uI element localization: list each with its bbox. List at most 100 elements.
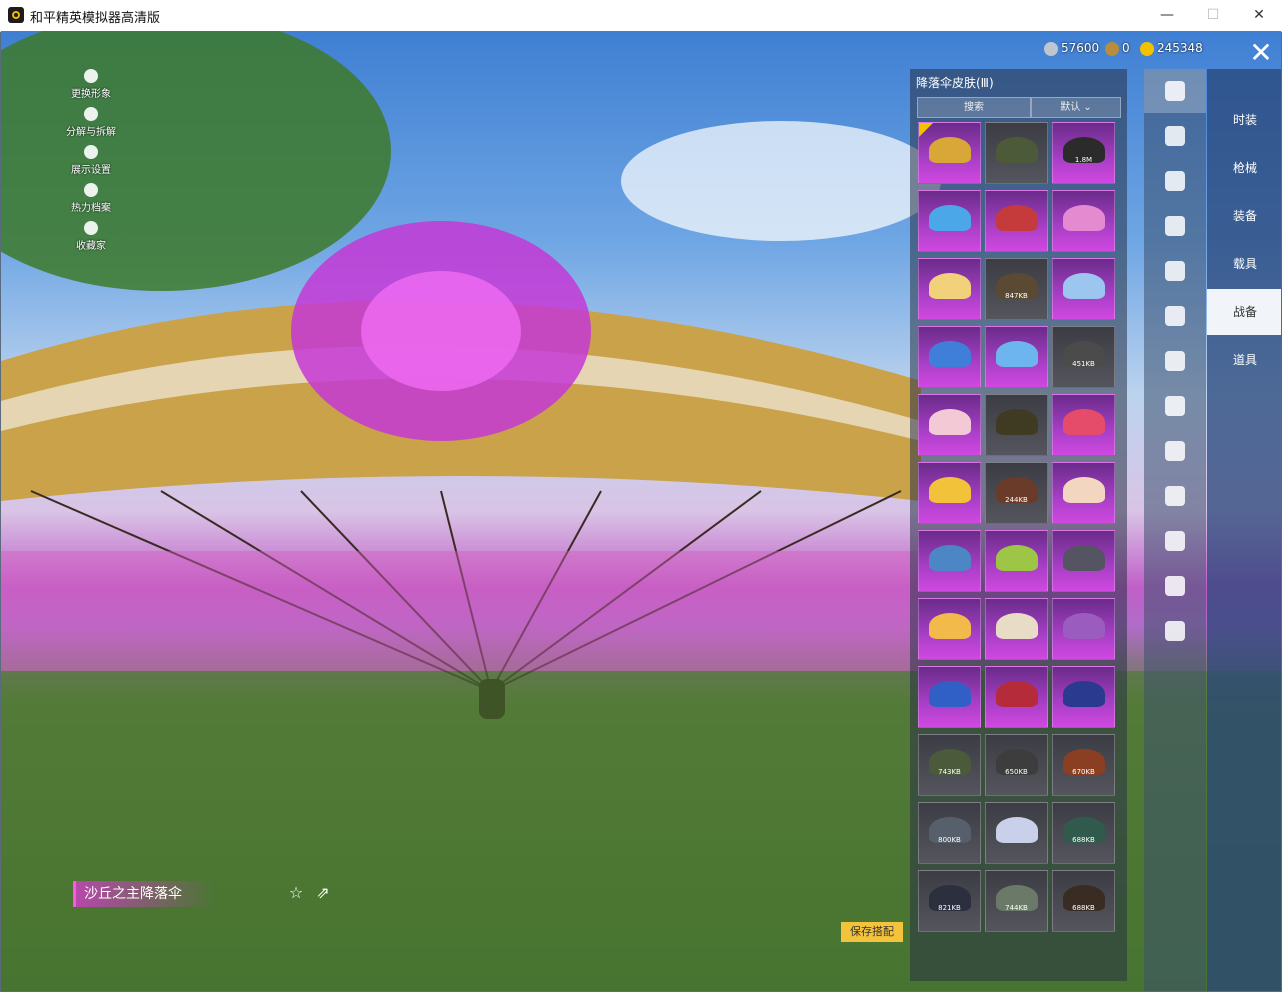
skin-item[interactable] bbox=[1052, 394, 1115, 456]
parachute-thumbnail bbox=[929, 409, 971, 435]
skin-item[interactable] bbox=[1052, 258, 1115, 320]
skin-item[interactable] bbox=[985, 122, 1048, 184]
skin-item[interactable] bbox=[918, 326, 981, 388]
skin-item[interactable] bbox=[1052, 530, 1115, 592]
category-tab[interactable]: 装备 bbox=[1207, 193, 1281, 239]
skin-item[interactable]: 670KB bbox=[1052, 734, 1115, 796]
gold-coin-balance: 245348 bbox=[1140, 41, 1203, 56]
parachute-thumbnail bbox=[929, 341, 971, 367]
search-input[interactable]: 搜索 bbox=[917, 97, 1031, 118]
skin-item[interactable] bbox=[985, 598, 1048, 660]
parachute-thumbnail bbox=[1063, 205, 1105, 231]
gold-coin-value: 245348 bbox=[1157, 41, 1203, 55]
skin-item[interactable]: 821KB bbox=[918, 870, 981, 932]
skin-item[interactable]: 743KB bbox=[918, 734, 981, 796]
skin-item[interactable]: 688KB bbox=[1052, 802, 1115, 864]
silver-coin-balance: 57600 bbox=[1044, 41, 1099, 56]
skin-item[interactable]: 688KB bbox=[1052, 870, 1115, 932]
skin-item[interactable] bbox=[918, 530, 981, 592]
tab-pet[interactable] bbox=[1144, 294, 1206, 338]
boat-icon bbox=[1165, 126, 1185, 146]
emote-icon bbox=[1165, 261, 1185, 281]
tab-spray[interactable] bbox=[1144, 474, 1206, 518]
skin-item[interactable] bbox=[918, 462, 981, 524]
parachute-thumbnail bbox=[1063, 409, 1105, 435]
skin-item[interactable] bbox=[985, 530, 1048, 592]
disassemble-button[interactable]: 分解与拆解 bbox=[61, 107, 121, 138]
parachute-thumbnail bbox=[929, 545, 971, 571]
skin-item[interactable] bbox=[985, 326, 1048, 388]
skin-item[interactable] bbox=[1052, 598, 1115, 660]
download-size: 670KB bbox=[1072, 768, 1095, 776]
skin-item[interactable]: 847KB bbox=[985, 258, 1048, 320]
spray-icon bbox=[1165, 486, 1185, 506]
skin-item[interactable]: 244KB bbox=[985, 462, 1048, 524]
tab-plane[interactable] bbox=[1144, 159, 1206, 203]
window-title: 和平精英模拟器高清版 bbox=[30, 11, 161, 26]
download-size: 650KB bbox=[1005, 768, 1028, 776]
category-tab[interactable]: 道具 bbox=[1207, 337, 1281, 383]
download-size: 744KB bbox=[1005, 904, 1028, 912]
parachute-thumbnail bbox=[929, 137, 971, 163]
tab-wand[interactable] bbox=[1144, 564, 1206, 608]
tab-hand[interactable] bbox=[1144, 519, 1206, 563]
tab-speaker[interactable] bbox=[1144, 339, 1206, 383]
parachute-thumbnail bbox=[996, 205, 1038, 231]
skin-item[interactable] bbox=[918, 122, 981, 184]
skin-panel: 降落伞皮肤(Ⅲ) 搜索 默认 ⌄ 1.8M 847KB 451KB 244KB 743K… bbox=[910, 69, 1127, 981]
sort-dropdown[interactable]: 默认 ⌄ bbox=[1031, 97, 1121, 118]
skin-item[interactable] bbox=[985, 190, 1048, 252]
skin-item[interactable] bbox=[918, 666, 981, 728]
parachute-thumbnail bbox=[996, 137, 1038, 163]
flame-icon bbox=[84, 183, 98, 197]
share-icon[interactable]: ⇗ bbox=[313, 883, 333, 903]
tab-boat[interactable] bbox=[1144, 114, 1206, 158]
item-name: 沙丘之主降落伞 bbox=[73, 881, 214, 907]
skin-item[interactable]: 451KB bbox=[1052, 326, 1115, 388]
exit-close-icon[interactable]: ✕ bbox=[1247, 39, 1275, 67]
skin-item[interactable]: 1.8M bbox=[1052, 122, 1115, 184]
skin-item[interactable] bbox=[918, 258, 981, 320]
parachute-thumbnail bbox=[996, 817, 1038, 843]
save-outfit-button[interactable]: 保存搭配 bbox=[841, 922, 903, 942]
skin-item[interactable] bbox=[985, 394, 1048, 456]
minimize-button[interactable]: — bbox=[1144, 0, 1190, 31]
skin-item[interactable] bbox=[985, 666, 1048, 728]
category-tab[interactable]: 时装 bbox=[1207, 97, 1281, 143]
parachute-thumbnail bbox=[1063, 613, 1105, 639]
tab-vehicle[interactable] bbox=[1144, 609, 1206, 653]
panel-title: 降落伞皮肤(Ⅲ) bbox=[916, 76, 994, 90]
parachute-thumbnail bbox=[1063, 477, 1105, 503]
parachute-thumbnail bbox=[996, 613, 1038, 639]
jet-icon bbox=[1165, 216, 1185, 236]
maximize-button[interactable]: ☐ bbox=[1190, 0, 1236, 31]
parachute-thumbnail bbox=[929, 613, 971, 639]
tab-parachute[interactable] bbox=[1144, 69, 1206, 113]
skin-item[interactable] bbox=[1052, 190, 1115, 252]
skin-item[interactable] bbox=[918, 190, 981, 252]
category-tab[interactable]: 枪械 bbox=[1207, 145, 1281, 191]
close-window-button[interactable]: ✕ bbox=[1236, 0, 1282, 31]
tab-image[interactable] bbox=[1144, 429, 1206, 473]
skin-item[interactable] bbox=[1052, 666, 1115, 728]
skin-item[interactable] bbox=[1052, 462, 1115, 524]
tab-card[interactable] bbox=[1144, 384, 1206, 428]
category-tab[interactable]: 战备 bbox=[1207, 289, 1281, 335]
favorite-star-icon[interactable]: ☆ bbox=[286, 883, 306, 903]
skin-item[interactable] bbox=[985, 802, 1048, 864]
tab-emote[interactable] bbox=[1144, 249, 1206, 293]
tab-jet[interactable] bbox=[1144, 204, 1206, 248]
category-tab[interactable]: 载具 bbox=[1207, 241, 1281, 287]
skin-item[interactable]: 650KB bbox=[985, 734, 1048, 796]
collector-button[interactable]: 收藏家 bbox=[61, 221, 121, 252]
app-icon bbox=[8, 7, 24, 23]
parachute-thumbnail bbox=[996, 545, 1038, 571]
skin-item[interactable] bbox=[918, 394, 981, 456]
display-settings-button[interactable]: 展示设置 bbox=[61, 145, 121, 176]
skin-item[interactable]: 800KB bbox=[918, 802, 981, 864]
parachute-thumbnail bbox=[1063, 545, 1105, 571]
heat-archive-button[interactable]: 热力档案 bbox=[61, 183, 121, 214]
skin-item[interactable] bbox=[918, 598, 981, 660]
skin-item[interactable]: 744KB bbox=[985, 870, 1048, 932]
change-appearance-button[interactable]: 更换形象 bbox=[61, 69, 121, 100]
